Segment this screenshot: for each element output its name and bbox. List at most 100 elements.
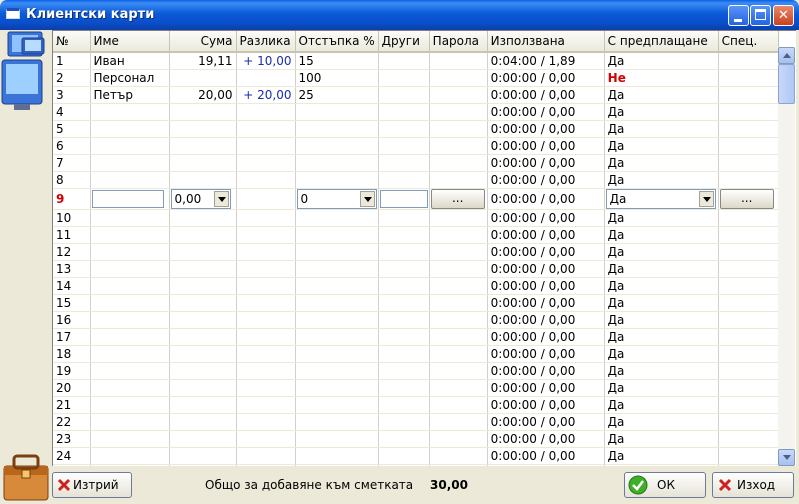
password-browse-button[interactable]: ...: [430, 189, 485, 209]
cell-no: 13: [53, 260, 91, 278]
scroll-up-icon[interactable]: [778, 47, 795, 64]
col-header-password[interactable]: Парола: [429, 31, 488, 53]
col-header-other[interactable]: Други: [378, 31, 430, 53]
table-row[interactable]: 3 Петър 20,00 + 20,00 25 0:00:00 / 0,00 …: [53, 86, 779, 104]
delete-button-label: Изтрий: [73, 478, 119, 492]
cell-password: [429, 413, 488, 431]
client-cards-grid[interactable]: № Име Сума Разлика Отстъпка % Други Паро…: [52, 30, 796, 467]
cell-prepaid-editor: Да: [604, 188, 719, 210]
scroll-down-icon[interactable]: [778, 449, 795, 466]
cell-password: [429, 430, 488, 448]
cell-discount: [295, 103, 379, 121]
table-row[interactable]: 8 0:00:00 / 0,00 Да: [53, 171, 779, 189]
table-row[interactable]: 6 0:00:00 / 0,00 Да: [53, 137, 779, 155]
cell-special: [718, 171, 779, 189]
cell-no: 24: [53, 447, 91, 465]
col-header-no[interactable]: №: [53, 31, 91, 53]
special-browse-button[interactable]: ...: [719, 189, 774, 209]
table-row[interactable]: 14 0:00:00 / 0,00 Да: [53, 277, 779, 295]
chevron-down-icon[interactable]: [698, 191, 714, 207]
cell-no: 3: [53, 86, 91, 104]
prepaid-combobox[interactable]: Да: [605, 189, 716, 209]
cell-name: [90, 120, 170, 138]
table-row[interactable]: 22 0:00:00 / 0,00 Да: [53, 413, 779, 431]
minimize-button[interactable]: [728, 5, 749, 26]
table-row[interactable]: 24 0:00:00 / 0,00 Да: [53, 447, 779, 465]
col-header-discount[interactable]: Отстъпка %: [295, 31, 379, 53]
cell-diff: [236, 430, 296, 448]
cell-sum: [169, 447, 237, 465]
ok-button[interactable]: ОК: [624, 472, 706, 498]
table-row[interactable]: 5 0:00:00 / 0,00 Да: [53, 120, 779, 138]
cell-diff: [236, 243, 296, 261]
cell-sum: [169, 69, 237, 87]
cell-sum: [169, 243, 237, 261]
table-row[interactable]: 4 0:00:00 / 0,00 Да: [53, 103, 779, 121]
table-row[interactable]: 16 0:00:00 / 0,00 Да: [53, 311, 779, 329]
col-header-diff[interactable]: Разлика: [236, 31, 296, 53]
cell-diff: [236, 447, 296, 465]
cell-discount: [295, 154, 379, 172]
table-row[interactable]: 21 0:00:00 / 0,00 Да: [53, 396, 779, 414]
col-header-name[interactable]: Име: [90, 31, 170, 53]
cell-used: 0:00:00 / 0,00: [487, 226, 605, 244]
other-input[interactable]: [379, 190, 428, 208]
exit-button[interactable]: Изход: [712, 472, 794, 498]
cell-password: [429, 396, 488, 414]
cell-special: [718, 311, 779, 329]
table-row[interactable]: 18 0:00:00 / 0,00 Да: [53, 345, 779, 363]
vertical-scrollbar[interactable]: [778, 47, 795, 466]
cell-password: [429, 311, 488, 329]
cell-discount: [295, 379, 379, 397]
table-row[interactable]: 10 0:00:00 / 0,00 Да: [53, 209, 779, 227]
col-header-special[interactable]: Спец.: [718, 31, 779, 53]
sum-combobox[interactable]: 0,00: [170, 189, 231, 209]
table-row[interactable]: 19 0:00:00 / 0,00 Да: [53, 362, 779, 380]
cell-used: 0:00:00 / 0,00: [487, 311, 605, 329]
cell-sum: [169, 311, 237, 329]
scroll-thumb[interactable]: [778, 64, 795, 104]
table-row[interactable]: 23 0:00:00 / 0,00 Да: [53, 430, 779, 448]
editing-row[interactable]: 9 0,00 0 ... 0:00:00 / 0,00 Да ...: [53, 188, 779, 210]
chevron-down-icon[interactable]: [213, 191, 229, 207]
table-row[interactable]: 20 0:00:00 / 0,00 Да: [53, 379, 779, 397]
cell-used: 0:00:00 / 0,00: [487, 120, 605, 138]
cell-diff: [236, 137, 296, 155]
cell-prepaid: Да: [604, 226, 719, 244]
maximize-button[interactable]: [750, 5, 771, 26]
cell-prepaid: Да: [604, 209, 719, 227]
table-row[interactable]: 11 0:00:00 / 0,00 Да: [53, 226, 779, 244]
table-row[interactable]: 12 0:00:00 / 0,00 Да: [53, 243, 779, 261]
cell-prepaid: Да: [604, 379, 719, 397]
col-header-sum[interactable]: Сума: [169, 31, 237, 53]
cell-diff: + 10,00: [236, 52, 296, 70]
cell-diff: [236, 226, 296, 244]
cell-discount: [295, 277, 379, 295]
cell-no: 1: [53, 52, 91, 70]
cell-sum: [169, 120, 237, 138]
close-button[interactable]: ✕: [773, 5, 794, 26]
table-row[interactable]: 17 0:00:00 / 0,00 Да: [53, 328, 779, 346]
cell-other: [378, 52, 430, 70]
title-bar[interactable]: Клиентски карти ✕: [0, 0, 799, 30]
discount-combobox[interactable]: 0: [296, 189, 377, 209]
col-header-used[interactable]: Използвана: [487, 31, 605, 53]
cell-name: [90, 209, 170, 227]
delete-button[interactable]: Изтрий: [52, 472, 132, 498]
cell-other: [378, 294, 430, 312]
cell-discount: [295, 396, 379, 414]
cell-no: 20: [53, 379, 91, 397]
cell-sum: [169, 430, 237, 448]
lower-rows: 10 0:00:00 / 0,00 Да 11 0:00:00 / 0,00 Да 12 0:…: [53, 209, 779, 467]
table-row[interactable]: 15 0:00:00 / 0,00 Да: [53, 294, 779, 312]
col-header-prepaid[interactable]: С предплащане: [604, 31, 719, 53]
cell-prepaid: Да: [604, 328, 719, 346]
cell-discount: [295, 209, 379, 227]
table-row[interactable]: 7 0:00:00 / 0,00 Да: [53, 154, 779, 172]
chevron-down-icon[interactable]: [359, 191, 375, 207]
table-row[interactable]: 2 Персонал 100 0:00:00 / 0,00 Не: [53, 69, 779, 87]
table-row[interactable]: 1 Иван 19,11 + 10,00 15 0:04:00 / 1,89 Д…: [53, 52, 779, 70]
table-row[interactable]: 13 0:00:00 / 0,00 Да: [53, 260, 779, 278]
cell-prepaid: Да: [604, 277, 719, 295]
name-input[interactable]: [91, 190, 164, 208]
